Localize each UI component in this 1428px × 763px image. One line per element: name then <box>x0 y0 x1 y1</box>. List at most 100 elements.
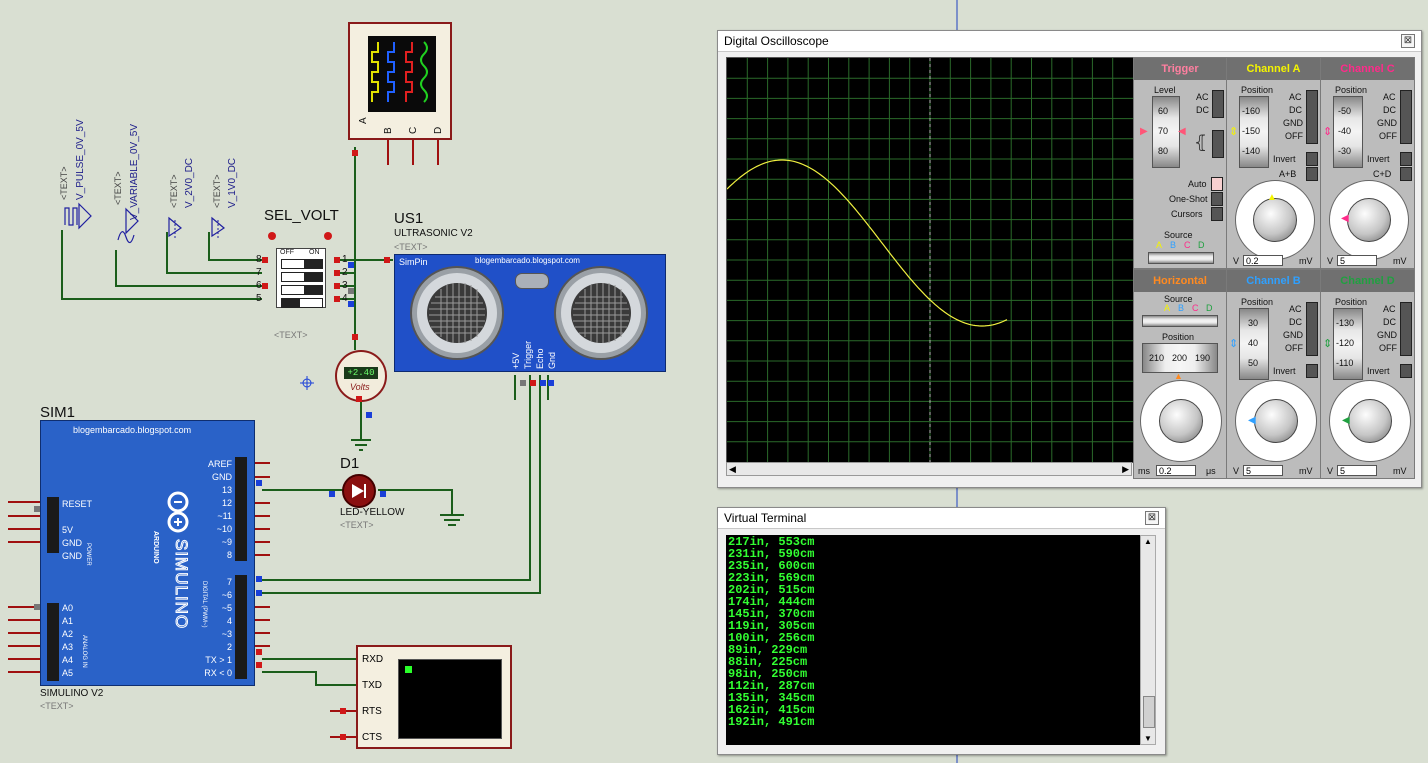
digital-header-top <box>235 457 247 561</box>
sel-volt-text: <TEXT> <box>274 330 308 340</box>
scope-scrollbar[interactable]: ◀ ▶ <box>726 462 1132 476</box>
channel-c-gnd: GND <box>1377 118 1397 128</box>
generator-pulse[interactable]: <TEXT> V_PULSE_0V_5V <box>55 110 95 250</box>
dc-generator-icon <box>168 216 183 238</box>
channel-b-volts-value[interactable]: 5 <box>1243 465 1283 476</box>
terminal-symbol[interactable]: RXD TXD RTS CTS <box>356 645 512 749</box>
terminal-scrollbar[interactable]: ▲ ▼ <box>1140 535 1156 745</box>
dip-switch-2[interactable] <box>281 272 323 282</box>
channel-d-invert-button[interactable] <box>1400 364 1412 378</box>
channel-d-volts-knob[interactable] <box>1348 399 1392 443</box>
pin-2: 2 <box>226 642 232 652</box>
channel-b-coupling-switch[interactable] <box>1306 302 1318 356</box>
level-slider[interactable]: 60 70 80 <box>1152 96 1180 168</box>
pin-12: 12 <box>221 498 232 508</box>
close-icon[interactable]: ⊠ <box>1145 511 1159 525</box>
led-yellow[interactable] <box>342 474 376 508</box>
channel-d-volts-value[interactable]: 5 <box>1337 465 1377 476</box>
pin-4: 4 <box>226 616 232 626</box>
sel-volt-switch[interactable]: OFF ON 8 7 6 5 1 2 3 4 <box>256 228 348 313</box>
scroll-up-icon[interactable]: ▲ <box>1144 537 1152 546</box>
scope-display[interactable] <box>726 57 1134 463</box>
horizontal-src-c: C <box>1192 303 1199 313</box>
channel-d-dc: DC <box>1383 317 1396 327</box>
channel-b-position-slider[interactable]: 30 40 50 <box>1239 308 1269 380</box>
virtual-terminal-window[interactable]: Virtual Terminal ⊠ 217in, 553cm 231in, 59… <box>717 507 1166 755</box>
trigger-panel: Trigger Level 60 70 80 ▶ ◀ AC DC ⦃ Auto … <box>1133 57 1227 269</box>
pin-marker <box>548 380 554 386</box>
generator-1v0-label: V_1V0_DC <box>227 157 238 208</box>
us1-name: ULTRASONIC V2 <box>394 228 473 239</box>
channel-b-invert-button[interactable] <box>1306 364 1318 378</box>
pin-a3: A3 <box>62 642 74 652</box>
horizontal-position-slider[interactable]: 210 200 190 <box>1142 343 1218 373</box>
ultrasonic-sensor[interactable]: SimPin blogembarcado.blogspot.com +5V Tr… <box>394 254 666 372</box>
channel-a-invert-button[interactable] <box>1306 152 1318 166</box>
channel-a-off: OFF <box>1285 131 1303 141</box>
generator-2v0[interactable]: <TEXT> V_2V0_DC <box>165 150 205 240</box>
power-label: POWER <box>85 543 91 566</box>
channel-a-position-slider[interactable]: -160 -150 -140 <box>1239 96 1269 168</box>
channel-a-knob-indicator-icon: ▲ <box>1267 192 1277 203</box>
timebase-knob[interactable] <box>1159 399 1203 443</box>
channel-b-position-label: Position <box>1241 297 1274 307</box>
arduino-board[interactable]: blogembarcado.blogspot.com ARDUINO SIMUL… <box>40 420 255 686</box>
position-tick: 50 <box>1248 358 1259 368</box>
channel-c-volts-value[interactable]: 5 <box>1337 255 1377 266</box>
dip-switch-1[interactable] <box>281 259 323 269</box>
trigger-coupling-switch[interactable] <box>1212 90 1224 118</box>
h-position-tick: 200 <box>1172 353 1188 363</box>
scroll-right-icon[interactable]: ▶ <box>1122 464 1129 475</box>
scope-symbol[interactable]: A B C D <box>348 22 452 140</box>
close-icon[interactable]: ⊠ <box>1401 34 1415 48</box>
channel-b-volts-knob[interactable] <box>1254 399 1298 443</box>
channel-d-gnd: GND <box>1377 330 1397 340</box>
generator-1v0[interactable]: <TEXT> V_1V0_DC <box>208 150 248 240</box>
trigger-source-slider[interactable] <box>1148 252 1214 264</box>
oscilloscope-titlebar[interactable]: Digital Oscilloscope ⊠ <box>718 31 1421 52</box>
channel-a-volts-knob[interactable] <box>1253 198 1297 242</box>
pin-3: ~3 <box>221 629 232 639</box>
pin-marker <box>340 734 346 740</box>
auto-button[interactable] <box>1211 177 1223 191</box>
channel-c-coupling-switch[interactable] <box>1400 90 1412 144</box>
channel-a-volts-value[interactable]: 0.2 <box>1243 255 1283 266</box>
channel-c-invert: Invert <box>1367 154 1390 164</box>
level-label: Level <box>1154 85 1176 95</box>
generator-variable[interactable]: <TEXT> V_VARIABLE_0V_5V <box>110 95 150 255</box>
position-tick: -50 <box>1338 106 1352 116</box>
scroll-down-icon[interactable]: ▼ <box>1144 734 1152 743</box>
trigger-src-b: B <box>1170 240 1177 250</box>
channel-c-position-slider[interactable]: -50 -40 -30 <box>1333 96 1363 168</box>
horizontal-source-slider[interactable] <box>1142 315 1218 327</box>
channel-d-coupling-switch[interactable] <box>1400 302 1412 356</box>
cursors-button[interactable] <box>1211 207 1223 221</box>
dip-switch-3[interactable] <box>281 285 323 295</box>
channel-d-position-slider[interactable]: -130 -120 -110 <box>1333 308 1363 380</box>
position-tick: -30 <box>1338 146 1352 156</box>
timebase-value[interactable]: 0.2 <box>1156 465 1196 476</box>
channel-c-volts-knob[interactable] <box>1347 198 1391 242</box>
channel-c-position-label: Position <box>1335 85 1368 95</box>
channel-c-combine-button[interactable] <box>1400 167 1412 181</box>
scroll-thumb[interactable] <box>1143 696 1155 728</box>
oscilloscope-window[interactable]: Digital Oscilloscope ⊠ ◀ ▶ Trigger Level… <box>717 30 1422 488</box>
pin-marker <box>348 262 354 268</box>
channel-a-combine-button[interactable] <box>1306 167 1318 181</box>
terminal-titlebar[interactable]: Virtual Terminal ⊠ <box>718 508 1165 529</box>
channel-a-coupling-switch[interactable] <box>1306 90 1318 144</box>
edge-switch[interactable] <box>1212 130 1224 158</box>
channel-d-unit-left: V <box>1327 466 1334 476</box>
oneshot-button[interactable] <box>1211 192 1223 206</box>
scroll-left-icon[interactable]: ◀ <box>729 464 736 475</box>
channel-b-ac: AC <box>1289 304 1302 314</box>
channel-a-gnd: GND <box>1283 118 1303 128</box>
channel-c-invert-button[interactable] <box>1400 152 1412 166</box>
pin-marker <box>356 396 362 402</box>
dip-switch-4[interactable] <box>281 298 323 308</box>
voltmeter[interactable]: +2.40 Volts <box>335 350 387 402</box>
trigger-dc: DC <box>1196 105 1209 115</box>
diode-icon <box>352 484 366 498</box>
terminal-output[interactable]: 217in, 553cm 231in, 590cm 235in, 600cm 223i… <box>726 535 1140 745</box>
channel-c-unit-right: mV <box>1393 256 1407 266</box>
